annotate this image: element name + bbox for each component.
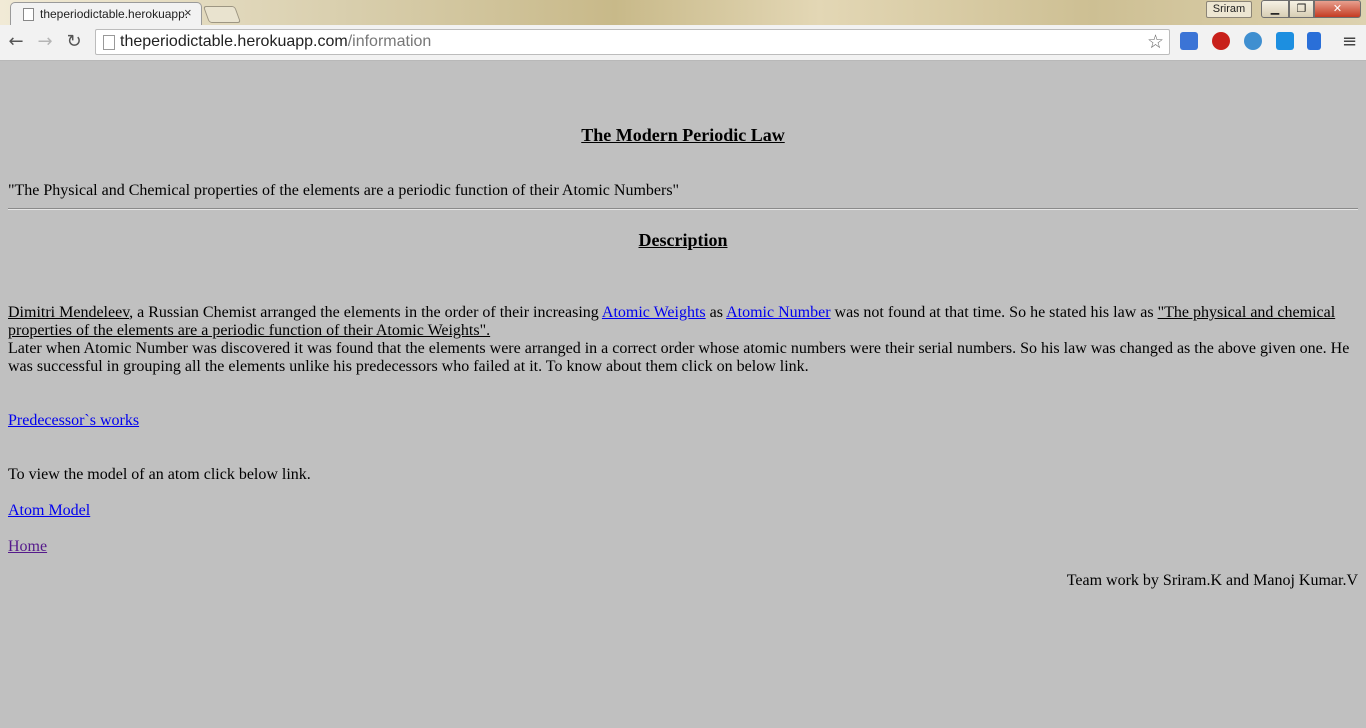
close-tab-icon[interactable]: × [184,5,192,20]
credits-text: Team work by Sriram.K and Manoj Kumar.V [1066,572,1358,589]
maximize-button[interactable]: ❐ [1289,0,1314,18]
keyboard-extension-icon[interactable] [1180,32,1198,50]
bookmark-star-icon[interactable]: ☆ [1147,30,1164,54]
minimize-button[interactable]: ▁ [1261,0,1289,18]
url-host: theperiodictable.herokuapp.com [120,33,348,50]
atomic-number-link[interactable]: Atomic Number [726,304,830,321]
new-tab-button[interactable] [202,6,242,23]
description-paragraph: Dimitri Mendeleev, a Russian Chemist arr… [8,304,1358,376]
close-window-button[interactable]: ✕ [1314,0,1361,18]
url-text[interactable]: theperiodictable.herokuapp.com/informati… [120,30,431,54]
address-bar[interactable]: theperiodictable.herokuapp.com/informati… [95,29,1170,55]
megaphone-extension-icon[interactable] [1307,32,1321,50]
atom-model-text: To view the model of an atom click below… [8,466,311,483]
desc-text-4: Later when Atomic Number was discovered … [8,340,1350,375]
browser-toolbar: ← → ↻ theperiodictable.herokuapp.com/inf… [0,25,1366,61]
tab-title: theperiodictable.herokuapp.com/informati… [40,7,188,21]
adblock-extension-icon[interactable] [1212,32,1230,50]
browser-tab[interactable]: theperiodictable.herokuapp.com/informati… [10,2,202,25]
desc-text-3: was not found at that time. So he stated… [830,304,1158,321]
atom-model-link[interactable]: Atom Model [8,502,90,520]
back-icon[interactable]: ← [5,31,27,53]
globe-extension-icon[interactable] [1244,32,1262,50]
menu-icon[interactable]: ≡ [1342,31,1357,52]
mendeleev-name: Dimitri Mendeleev [8,304,130,321]
page-icon [23,8,34,21]
url-path: /information [347,33,432,50]
screen-extension-icon[interactable] [1276,32,1294,50]
title-bar: theperiodictable.herokuapp.com/informati… [0,0,1366,25]
page-icon [103,35,115,50]
horizontal-divider [8,208,1358,210]
reload-icon[interactable]: ↻ [63,31,85,53]
page-title: The Modern Periodic Law [581,125,785,145]
desc-text-2: as [705,304,727,321]
law-quote: "The Physical and Chemical properties of… [8,182,680,199]
atomic-weights-link[interactable]: Atomic Weights [602,304,706,321]
home-link[interactable]: Home [8,538,47,556]
forward-icon[interactable]: → [34,31,56,53]
desc-text-1: , a Russian Chemist arranged the element… [129,304,602,321]
page-content: The Modern Periodic Law "The Physical an… [0,61,1366,728]
description-heading: Description [638,230,728,250]
predecessors-link[interactable]: Predecessor`s works [8,412,139,430]
profile-button[interactable]: Sriram [1206,1,1252,18]
